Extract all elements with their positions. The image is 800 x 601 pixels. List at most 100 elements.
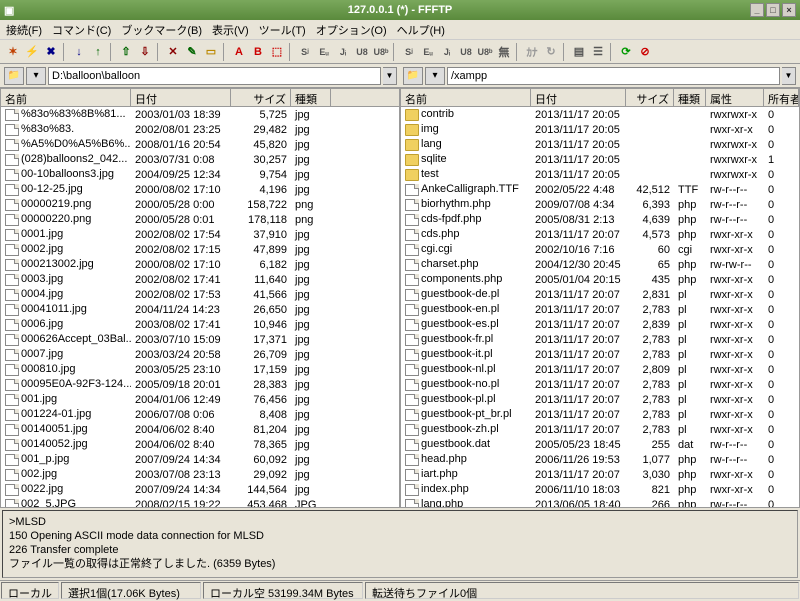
kana-icon[interactable]: ｶﾅ — [523, 43, 541, 61]
file-row[interactable]: 00-12-25.jpg2000/08/02 17:104,196jpg — [1, 182, 399, 197]
file-row[interactable]: index.php2006/11/10 18:03821phprwxr-xr-x… — [401, 482, 799, 497]
file-row[interactable]: 00140052.jpg2004/06/02 8:4078,365jpg — [1, 437, 399, 452]
file-row[interactable]: 00095E0A-92F3-124...2005/09/18 20:0128,3… — [1, 377, 399, 392]
file-row[interactable]: 0022.jpg2007/09/24 14:34144,564jpg — [1, 482, 399, 497]
remote-col-size[interactable]: サイズ — [626, 89, 674, 106]
disconnect-icon[interactable]: ✖ — [42, 43, 60, 61]
close-button[interactable]: × — [782, 3, 796, 17]
connect-icon[interactable]: ✶ — [4, 43, 22, 61]
upload-icon[interactable]: ↑ — [89, 43, 107, 61]
file-row[interactable]: biorhythm.php2009/07/08 4:346,393phprw-r… — [401, 197, 799, 212]
file-row[interactable]: 0006.jpg2003/08/02 17:4110,946jpg — [1, 317, 399, 332]
menu-help[interactable]: ヘルプ(H) — [397, 22, 445, 38]
file-row[interactable]: contrib2013/11/17 20:05rwxrwxr-x0 — [401, 107, 799, 122]
menu-tool[interactable]: ツール(T) — [259, 22, 306, 38]
file-row[interactable]: guestbook-de.pl2013/11/17 20:072,831plrw… — [401, 287, 799, 302]
local-path-dropdown[interactable]: ▼ — [383, 67, 397, 85]
file-row[interactable]: guestbook-fr.pl2013/11/17 20:072,783plrw… — [401, 332, 799, 347]
ascii-mode-icon[interactable]: A — [230, 43, 248, 61]
remote-col-type[interactable]: 種類 — [674, 89, 706, 106]
file-row[interactable]: %A5%D0%A5%B6%...2008/01/16 20:5445,820jp… — [1, 137, 399, 152]
euc-send-icon[interactable]: Eᵤ — [315, 43, 333, 61]
remote-col-owner[interactable]: 所有者 — [764, 89, 799, 106]
local-file-list[interactable]: %83o%83%8B%81...2003/01/03 18:395,725jpg… — [1, 107, 399, 507]
file-row[interactable]: guestbook-nl.pl2013/11/17 20:072,809plrw… — [401, 362, 799, 377]
noconv-icon[interactable]: 無 — [495, 43, 513, 61]
mirror-download-icon[interactable]: ⇧ — [117, 43, 135, 61]
file-row[interactable]: 002_5.JPG2008/02/15 19:22453,468JPG — [1, 497, 399, 507]
file-row[interactable]: 001.jpg2004/01/06 12:4976,456jpg — [1, 392, 399, 407]
utf8bom-recv-icon[interactable]: U8ᵇ — [476, 43, 494, 61]
file-row[interactable]: 00041011.jpg2004/11/24 14:2326,650jpg — [1, 302, 399, 317]
list-icon[interactable]: ▤ — [570, 43, 588, 61]
local-drive-button[interactable]: ▾ — [26, 67, 46, 85]
jis-recv-icon[interactable]: Jᵢ — [438, 43, 456, 61]
file-row[interactable]: guestbook-zh.pl2013/11/17 20:072,783plrw… — [401, 422, 799, 437]
file-row[interactable]: charset.php2004/12/30 20:4565phprw-rw-r-… — [401, 257, 799, 272]
file-row[interactable]: 00000219.png2000/05/28 0:00158,722png — [1, 197, 399, 212]
local-up-button[interactable]: 📁 — [4, 67, 24, 85]
log-panel[interactable]: >MLSD150 Opening ASCII mode data connect… — [2, 510, 798, 578]
sjis-send-icon[interactable]: Sʲ — [296, 43, 314, 61]
menu-bookmark[interactable]: ブックマーク(B) — [121, 22, 202, 38]
file-row[interactable]: 00000220.png2000/05/28 0:01178,118png — [1, 212, 399, 227]
binary-mode-icon[interactable]: B — [249, 43, 267, 61]
file-row[interactable]: %83o%83%8B%81...2003/01/03 18:395,725jpg — [1, 107, 399, 122]
remote-col-date[interactable]: 日付 — [531, 89, 626, 106]
download-icon[interactable]: ↓ — [70, 43, 88, 61]
file-row[interactable]: 0003.jpg2002/08/02 17:4111,640jpg — [1, 272, 399, 287]
quick-connect-icon[interactable]: ⚡ — [23, 43, 41, 61]
file-row[interactable]: img2013/11/17 20:05rwxr-xr-x0 — [401, 122, 799, 137]
remote-up-button[interactable]: 📁 — [403, 67, 423, 85]
file-row[interactable]: guestbook-it.pl2013/11/17 20:072,783plrw… — [401, 347, 799, 362]
mkdir-icon[interactable]: ▭ — [202, 43, 220, 61]
detail-icon[interactable]: ☰ — [589, 43, 607, 61]
file-row[interactable]: guestbook.dat2005/05/23 18:45255datrw-r-… — [401, 437, 799, 452]
file-row[interactable]: 00-10balloons3.jpg2004/09/25 12:349,754j… — [1, 167, 399, 182]
file-row[interactable]: 000626Accept_03Bal...2003/07/10 15:0917,… — [1, 332, 399, 347]
file-row[interactable]: guestbook-pl.pl2013/11/17 20:072,783plrw… — [401, 392, 799, 407]
remote-path-dropdown[interactable]: ▼ — [782, 67, 796, 85]
delete-icon[interactable]: ✕ — [164, 43, 182, 61]
file-row[interactable]: (028)balloons2_042...2003/07/31 0:0830,2… — [1, 152, 399, 167]
file-row[interactable]: test2013/11/17 20:05rwxrwxr-x0 — [401, 167, 799, 182]
file-row[interactable]: guestbook-es.pl2013/11/17 20:072,839plrw… — [401, 317, 799, 332]
remote-file-list[interactable]: contrib2013/11/17 20:05rwxrwxr-x0img2013… — [401, 107, 799, 507]
menu-view[interactable]: 表示(V) — [212, 22, 249, 38]
file-row[interactable]: components.php2005/01/04 20:15435phprwxr… — [401, 272, 799, 287]
file-row[interactable]: 001224-01.jpg2006/07/08 0:068,408jpg — [1, 407, 399, 422]
file-row[interactable]: lang2013/11/17 20:05rwxrwxr-x0 — [401, 137, 799, 152]
file-row[interactable]: guestbook-no.pl2013/11/17 20:072,783plrw… — [401, 377, 799, 392]
file-row[interactable]: head.php2006/11/26 19:531,077phprw-r--r-… — [401, 452, 799, 467]
minimize-button[interactable]: _ — [750, 3, 764, 17]
remote-path-input[interactable] — [447, 67, 780, 85]
utf8-send-icon[interactable]: U8 — [353, 43, 371, 61]
file-row[interactable]: cgi.cgi2002/10/16 7:1660cgirwxr-xr-x0 — [401, 242, 799, 257]
file-row[interactable]: guestbook-pt_br.pl2013/11/17 20:072,783p… — [401, 407, 799, 422]
auto-mode-icon[interactable]: ⬚ — [268, 43, 286, 61]
file-row[interactable]: cds-fpdf.php2005/08/31 2:134,639phprw-r-… — [401, 212, 799, 227]
file-row[interactable]: %83o%83.2002/08/01 23:2529,482jpg — [1, 122, 399, 137]
local-col-date[interactable]: 日付 — [131, 89, 231, 106]
remote-col-attr[interactable]: 属性 — [706, 89, 764, 106]
file-row[interactable]: 0007.jpg2003/03/24 20:5826,709jpg — [1, 347, 399, 362]
stop-icon[interactable]: ⊘ — [636, 43, 654, 61]
file-row[interactable]: 001_p.jpg2007/09/24 14:3460,092jpg — [1, 452, 399, 467]
rename-icon[interactable]: ✎ — [183, 43, 201, 61]
local-col-size[interactable]: サイズ — [231, 89, 291, 106]
local-col-type[interactable]: 種類 — [291, 89, 331, 106]
file-row[interactable]: 002.jpg2003/07/08 23:1329,092jpg — [1, 467, 399, 482]
utf8-recv-icon[interactable]: U8 — [457, 43, 475, 61]
euc-recv-icon[interactable]: Eᵤ — [419, 43, 437, 61]
file-row[interactable]: sqlite2013/11/17 20:05rwxrwxr-x1 — [401, 152, 799, 167]
menu-connect[interactable]: 接続(F) — [6, 22, 42, 38]
file-row[interactable]: 0004.jpg2002/08/02 17:5341,566jpg — [1, 287, 399, 302]
maximize-button[interactable]: □ — [766, 3, 780, 17]
mirror-upload-icon[interactable]: ⇩ — [136, 43, 154, 61]
file-row[interactable]: 000810.jpg2003/05/25 23:1017,159jpg — [1, 362, 399, 377]
remote-col-name[interactable]: 名前 — [401, 89, 531, 106]
remote-drive-button[interactable]: ▾ — [425, 67, 445, 85]
file-row[interactable]: 0001.jpg2002/08/02 17:5437,910jpg — [1, 227, 399, 242]
file-row[interactable]: guestbook-en.pl2013/11/17 20:072,783plrw… — [401, 302, 799, 317]
sync-icon[interactable]: ⟳ — [617, 43, 635, 61]
